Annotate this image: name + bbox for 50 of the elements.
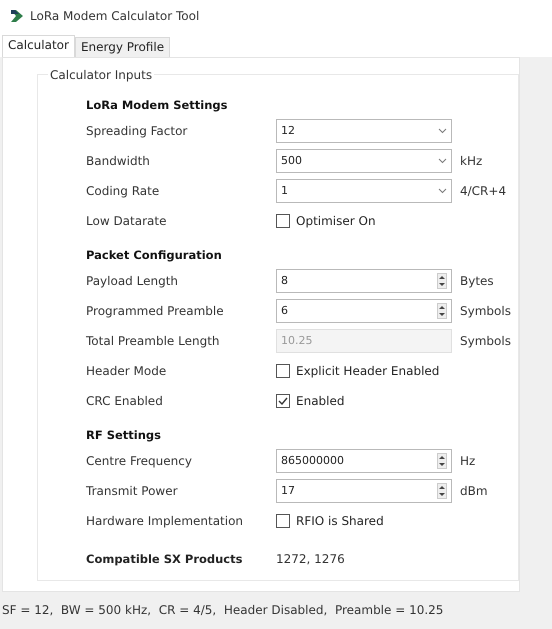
- section-heading: RF Settings: [86, 428, 162, 442]
- compatible-value: 1272, 1276: [276, 552, 346, 566]
- app-logo-icon: [10, 8, 24, 23]
- unit-label: 4/CR+4: [460, 184, 508, 198]
- unit-label: Symbols: [460, 304, 512, 318]
- status-text: SF = 12, BW = 500 kHz, CR = 4/5, Header Disabled, Preamble = 10.25: [2, 603, 444, 618]
- field-label: Transmit Power: [86, 484, 179, 498]
- checkbox[interactable]: Explicit Header Enabled: [276, 364, 518, 378]
- field-label: Coding Rate: [86, 184, 160, 198]
- chevron-down-icon: [438, 158, 447, 164]
- spinner-arrows-icon: [437, 272, 447, 289]
- unit-label: Bytes: [460, 274, 495, 288]
- tab[interactable]: Energy Profile: [74, 37, 170, 57]
- spinner-arrows-icon: [437, 482, 447, 499]
- window-title: LoRa Modem Calculator Tool: [30, 8, 200, 23]
- field-label: CRC Enabled: [86, 394, 164, 408]
- field-label: Bandwidth: [86, 154, 151, 168]
- unit-label: dBm: [460, 484, 489, 498]
- field-label: Centre Frequency: [86, 454, 193, 468]
- dropdown[interactable]: 1: [276, 178, 452, 203]
- dropdown[interactable]: 12: [276, 118, 452, 143]
- field-label: Total Preamble Length: [86, 334, 220, 348]
- compatible-label: Compatible SX Products: [86, 552, 244, 566]
- spin-field[interactable]: 865000000: [276, 448, 452, 473]
- spin-field[interactable]: 17: [276, 478, 452, 503]
- unit-label: Symbols: [460, 334, 512, 348]
- group-title: Calculator Inputs: [49, 68, 154, 82]
- spinner-arrows-icon: [437, 302, 447, 319]
- unit-label: Hz: [460, 454, 476, 468]
- unit-label: kHz: [460, 154, 484, 168]
- chevron-down-icon: [438, 128, 447, 134]
- field-label: Hardware Implementation: [86, 514, 244, 528]
- field-label: Header Mode: [86, 364, 168, 378]
- spin-field[interactable]: 8: [276, 268, 452, 293]
- field-label: Payload Length: [86, 274, 180, 288]
- readonly-field: 10.25: [276, 328, 452, 353]
- section-heading: Packet Configuration: [86, 248, 223, 262]
- field-label: Programmed Preamble: [86, 304, 225, 318]
- spinner-arrows-icon: [437, 452, 447, 469]
- checkmark-icon: [278, 396, 288, 405]
- chevron-down-icon: [438, 188, 447, 194]
- field-label: Low Datarate: [86, 214, 168, 228]
- checkbox[interactable]: Enabled: [276, 394, 518, 408]
- checkbox[interactable]: Optimiser On: [276, 214, 518, 228]
- field-label: Spreading Factor: [86, 124, 188, 138]
- spin-field[interactable]: 6: [276, 298, 452, 323]
- checkbox[interactable]: RFIO is Shared: [276, 514, 518, 528]
- section-heading: LoRa Modem Settings: [86, 98, 228, 112]
- tab[interactable]: Calculator: [2, 35, 75, 57]
- dropdown[interactable]: 500: [276, 148, 452, 173]
